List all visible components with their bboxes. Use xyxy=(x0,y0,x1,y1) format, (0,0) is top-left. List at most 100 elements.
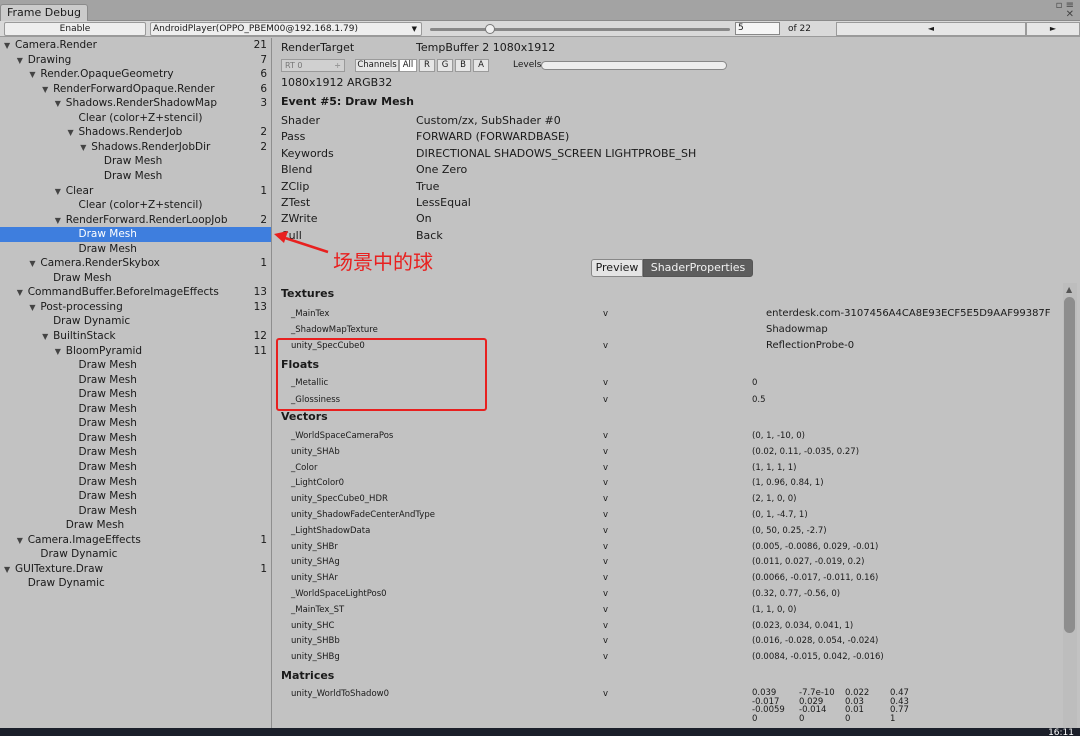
frame-debug-tab[interactable]: Frame Debug xyxy=(0,4,88,21)
vector-name: unity_SpecCube0_HDR xyxy=(291,494,388,505)
event-index-field[interactable]: 5 xyxy=(735,22,780,35)
tree-item[interactable]: ▼ RenderForward.RenderLoopJob 2 xyxy=(0,213,271,228)
tree-item[interactable]: ▼ Shadows.RenderShadowMap 3 xyxy=(0,96,271,111)
rt-dropdown[interactable]: RT 0 ÷ xyxy=(281,59,345,72)
expand-arrow-icon[interactable]: ▼ xyxy=(4,39,15,53)
vector-value: (0.016, -0.028, 0.054, -0.024) xyxy=(752,636,879,647)
tree-item[interactable]: Clear (color+Z+stencil) xyxy=(0,198,271,213)
tree-item[interactable]: ▼ RenderForwardOpaque.Render 6 xyxy=(0,82,271,97)
textures-heading: Textures xyxy=(281,287,335,300)
tree-item[interactable]: Draw Mesh xyxy=(0,387,271,402)
tree-item[interactable]: Draw Dynamic xyxy=(0,314,271,329)
tree-item[interactable]: ▼ Shadows.RenderJobDir 2 xyxy=(0,140,271,155)
window-tab-bar: Frame Debug ▫ ≡ ✕ xyxy=(0,0,1080,21)
expand-arrow-icon[interactable]: ▼ xyxy=(42,330,53,344)
levels-range-slider[interactable] xyxy=(541,61,727,70)
event-slider-thumb[interactable] xyxy=(485,24,496,34)
tree-item[interactable]: Draw Mesh xyxy=(0,242,271,257)
tree-item[interactable]: ▼ BuiltinStack 12 xyxy=(0,329,271,344)
tree-item-label: Shadows.RenderJobDir xyxy=(91,140,211,153)
tree-item[interactable]: Draw Mesh xyxy=(0,358,271,373)
texture-value[interactable]: enterdesk.com-3107456A4CA8E93ECF5E5D9AAF… xyxy=(766,308,1051,319)
vector-value: (0.023, 0.034, 0.041, 1) xyxy=(752,620,854,631)
channel-r-button[interactable]: R xyxy=(419,59,435,72)
channel-all-button[interactable]: All xyxy=(399,59,417,72)
annotation-arrow-icon xyxy=(274,231,329,254)
channel-g-button[interactable]: G xyxy=(437,59,453,72)
window-menu-icon[interactable]: ▫ ≡ ✕ xyxy=(1056,1,1074,20)
tree-item[interactable]: Draw Mesh xyxy=(0,445,271,460)
tree-item-label: Draw Mesh xyxy=(103,169,163,182)
tree-item[interactable]: ▼ Camera.ImageEffects 1 xyxy=(0,533,271,548)
tree-item[interactable]: Draw Mesh xyxy=(0,271,271,286)
tree-item-label: Draw Mesh xyxy=(53,271,112,284)
tree-item[interactable]: Draw Mesh xyxy=(0,460,271,475)
properties-scrollbar[interactable]: ▲ xyxy=(1063,283,1077,728)
texture-name: _MainTex xyxy=(291,309,330,319)
tree-item[interactable]: Draw Mesh xyxy=(0,416,271,431)
tree-item[interactable]: Draw Mesh xyxy=(0,431,271,446)
tree-item[interactable]: Draw Mesh xyxy=(0,402,271,417)
expand-arrow-icon[interactable]: ▼ xyxy=(68,126,79,140)
tree-item[interactable]: Draw Dynamic xyxy=(0,576,271,591)
tree-item[interactable]: Draw Mesh xyxy=(0,518,271,533)
expand-arrow-icon[interactable]: ▼ xyxy=(17,54,28,68)
texture-value[interactable]: ReflectionProbe-0 xyxy=(766,340,854,351)
expand-arrow-icon[interactable]: ▼ xyxy=(29,301,40,315)
expand-arrow-icon[interactable]: ▼ xyxy=(4,563,15,577)
expand-arrow-icon[interactable]: ▼ xyxy=(42,83,53,97)
tree-item-count: 6 xyxy=(260,82,267,95)
tree-item[interactable]: Draw Dynamic xyxy=(0,547,271,562)
expand-arrow-icon[interactable]: ▼ xyxy=(55,185,66,199)
vector-flag: v xyxy=(603,573,609,584)
tree-item[interactable]: Draw Mesh xyxy=(0,169,271,184)
expand-arrow-icon[interactable]: ▼ xyxy=(55,345,66,359)
detail-value: On xyxy=(416,212,432,226)
event-slider[interactable] xyxy=(430,24,730,34)
tree-item[interactable]: Draw Mesh xyxy=(0,475,271,490)
player-dropdown[interactable]: AndroidPlayer(OPPO_PBEM00@192.168.1.79) … xyxy=(150,22,422,36)
tree-item[interactable]: ▼ Render.OpaqueGeometry 6 xyxy=(0,67,271,82)
taskbar-clock: 16:11 xyxy=(1048,728,1074,736)
tree-item[interactable]: ▼ GUITexture.Draw 1 xyxy=(0,562,271,577)
tree-item[interactable]: Draw Mesh xyxy=(0,504,271,519)
tree-item[interactable]: ▼ Camera.Render 21 xyxy=(0,38,271,53)
tree-item[interactable]: ▼ CommandBuffer.BeforeImageEffects 13 xyxy=(0,285,271,300)
expand-arrow-icon[interactable]: ▼ xyxy=(17,534,28,548)
vector-flag: v xyxy=(603,620,609,631)
tree-item[interactable]: ▼ Camera.RenderSkybox 1 xyxy=(0,256,271,271)
tree-item-count: 6 xyxy=(260,68,267,81)
expand-arrow-icon[interactable]: ▼ xyxy=(55,97,66,111)
tab-shader-properties[interactable]: ShaderProperties xyxy=(643,259,753,277)
expand-arrow-icon[interactable]: ▼ xyxy=(29,68,40,82)
expand-arrow-icon[interactable]: ▼ xyxy=(29,257,40,271)
scroll-up-icon[interactable]: ▲ xyxy=(1066,285,1072,294)
expand-arrow-icon[interactable]: ▼ xyxy=(80,141,91,155)
texture-value[interactable]: Shadowmap xyxy=(766,324,828,335)
tree-item[interactable]: ▼ BloomPyramid 11 xyxy=(0,344,271,359)
tree-item[interactable]: ▼ Drawing 7 xyxy=(0,53,271,68)
channel-b-button[interactable]: B xyxy=(455,59,471,72)
tree-item[interactable]: ▼ Shadows.RenderJob 2 xyxy=(0,125,271,140)
tree-item-selected[interactable]: Draw Mesh xyxy=(0,227,271,242)
tree-item[interactable]: Draw Mesh xyxy=(0,489,271,504)
enable-button[interactable]: Enable xyxy=(4,22,146,36)
tree-item[interactable]: Clear (color+Z+stencil) xyxy=(0,111,271,126)
tree-item-label: Drawing xyxy=(27,53,72,66)
tree-item[interactable]: Draw Mesh xyxy=(0,373,271,388)
tree-item[interactable]: Draw Mesh xyxy=(0,154,271,169)
next-event-button[interactable]: ► xyxy=(1026,22,1080,36)
tree-item-label: Draw Mesh xyxy=(78,475,137,488)
expand-arrow-icon[interactable]: ▼ xyxy=(55,214,66,228)
tree-item[interactable]: ▼ Clear 1 xyxy=(0,184,271,199)
channel-a-button[interactable]: A xyxy=(473,59,489,72)
scrollbar-thumb[interactable] xyxy=(1064,297,1075,633)
expand-arrow-icon[interactable]: ▼ xyxy=(17,286,28,300)
tree-item-label: Draw Mesh xyxy=(78,228,137,241)
chevron-updown-icon: ÷ xyxy=(334,61,341,70)
tree-item[interactable]: ▼ Post-processing 13 xyxy=(0,300,271,315)
previous-event-button[interactable]: ◄ xyxy=(836,22,1026,36)
vector-value: (0.011, 0.027, -0.019, 0.2) xyxy=(752,557,865,568)
tree-item-count: 2 xyxy=(260,140,267,153)
tab-preview[interactable]: Preview xyxy=(591,259,643,277)
